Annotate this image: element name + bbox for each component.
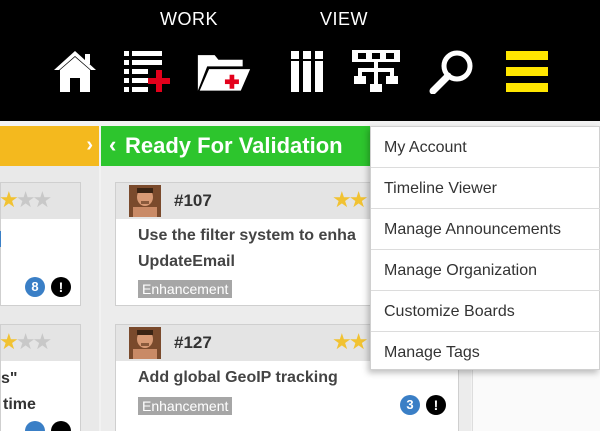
home-icon <box>54 51 96 92</box>
search-icon <box>429 50 473 94</box>
card-header: ★★★ <box>0 183 80 219</box>
menu-item-manage-tags[interactable]: Manage Tags <box>371 332 600 373</box>
avatar <box>129 185 161 217</box>
add-folder-button[interactable] <box>196 44 252 98</box>
chevron-left-icon[interactable]: ‹ <box>109 132 116 158</box>
chevron-right-icon[interactable]: › <box>86 134 93 157</box>
avatar <box>129 327 161 359</box>
menu-item-manage-organization[interactable]: Manage Organization <box>371 250 600 291</box>
comment-count-badge: 8 <box>25 277 45 297</box>
alert-icon: ! <box>51 277 71 297</box>
card-title-fragment: time <box>3 396 36 413</box>
menu-item-customize-boards[interactable]: Customize Boards <box>371 291 600 332</box>
folder-add-icon <box>197 55 251 91</box>
search-button[interactable] <box>424 44 480 98</box>
card-title: Use the filter system to enha <box>138 227 356 244</box>
comment-count-badge: 3 <box>400 395 420 415</box>
left-card[interactable]: ★★★ s" time <box>0 324 81 431</box>
left-column-header[interactable]: › <box>0 126 99 166</box>
column-header-ready-for-validation[interactable]: ‹ Ready For Validation <box>101 126 373 166</box>
card-title-fragment: s" <box>1 370 18 387</box>
link-fragment <box>0 231 1 247</box>
columns-view-button[interactable] <box>279 44 335 98</box>
rating-stars[interactable]: ★★ <box>332 189 368 211</box>
card-title: UpdateEmail <box>138 253 235 270</box>
list-add-icon <box>124 51 170 92</box>
enhancement-tag[interactable]: Enhancement <box>138 280 233 298</box>
card-title: Add global GeoIP tracking <box>138 369 338 386</box>
left-column: ★★★ 8 ! ★★★ s" time <box>0 166 99 431</box>
menu-item-timeline-viewer[interactable]: Timeline Viewer <box>371 168 600 209</box>
comment-count-badge <box>25 421 45 431</box>
work-section-label: WORK <box>160 9 218 29</box>
menu-item-manage-announcements[interactable]: Manage Announcements <box>371 209 600 250</box>
hamburger-menu-icon <box>506 51 548 92</box>
add-card-button[interactable] <box>118 44 174 98</box>
card-id: #127 <box>174 333 212 352</box>
card-header: ★★★ <box>0 325 80 361</box>
alert-icon: ! <box>426 395 446 415</box>
rating-stars[interactable]: ★★★ <box>0 331 52 353</box>
home-button[interactable] <box>47 44 103 98</box>
account-dropdown-menu: My Account Timeline Viewer Manage Announ… <box>370 126 600 370</box>
view-section-label: VIEW <box>320 9 369 29</box>
left-card[interactable]: ★★★ 8 ! <box>0 182 81 306</box>
menu-button[interactable] <box>499 44 555 98</box>
card-id: #107 <box>174 191 212 210</box>
column-title: Ready For Validation <box>125 133 343 158</box>
hierarchy-view-button[interactable] <box>348 44 404 98</box>
menu-item-my-account[interactable]: My Account <box>371 127 600 168</box>
alert-icon <box>51 421 71 431</box>
rating-stars[interactable]: ★★ <box>332 331 368 353</box>
enhancement-tag[interactable]: Enhancement <box>138 397 233 415</box>
hierarchy-icon <box>352 50 400 92</box>
rating-stars[interactable]: ★★★ <box>0 189 52 211</box>
columns-icon <box>291 51 323 92</box>
top-toolbar: WORK VIEW <box>0 0 600 121</box>
